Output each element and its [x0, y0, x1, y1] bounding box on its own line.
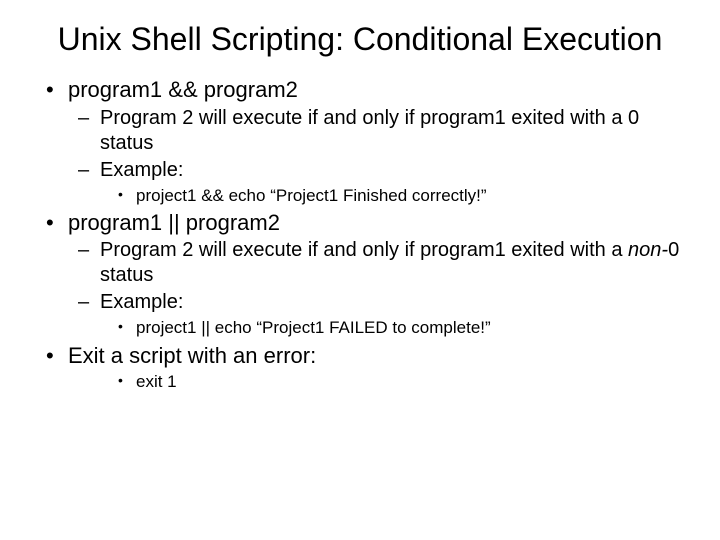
bullet-or-operator: program1 || program2 Program 2 will exec… — [68, 209, 680, 340]
sub-bullet-desc: Program 2 will execute if and only if pr… — [100, 238, 680, 288]
desc-part-a: Program 2 will execute if and only if pr… — [100, 239, 628, 261]
example-label: Example: — [100, 291, 183, 313]
sub-bullet-example-label: Example: project1 && echo “Project1 Fini… — [100, 158, 680, 207]
example-list: project1 && echo “Project1 Finished corr… — [100, 185, 680, 207]
example-label: Example: — [100, 159, 183, 181]
bullet-exit-error: Exit a script with an error: exit 1 — [68, 342, 680, 394]
bullet-text: program1 || program2 — [68, 210, 280, 235]
example-code: project1 && echo “Project1 Finished corr… — [136, 185, 680, 207]
bullet-text: Exit a script with an error: — [68, 343, 316, 368]
example-list: exit 1 — [68, 371, 680, 393]
slide-title: Unix Shell Scripting: Conditional Execut… — [40, 20, 680, 58]
sub-list: Program 2 will execute if and only if pr… — [68, 238, 680, 339]
sub-list: Program 2 will execute if and only if pr… — [68, 106, 680, 207]
example-list: project1 || echo “Project1 FAILED to com… — [100, 317, 680, 339]
bullet-and-operator: program1 && program2 Program 2 will exec… — [68, 76, 680, 207]
sub-bullet-desc: Program 2 will execute if and only if pr… — [100, 106, 680, 156]
bullet-text: program1 && program2 — [68, 77, 298, 102]
sub-bullet-example-label: Example: project1 || echo “Project1 FAIL… — [100, 290, 680, 339]
bullet-list: program1 && program2 Program 2 will exec… — [40, 76, 680, 393]
example-code: project1 || echo “Project1 FAILED to com… — [136, 317, 680, 339]
example-code: exit 1 — [136, 371, 680, 393]
desc-part-italic: non- — [628, 239, 668, 261]
